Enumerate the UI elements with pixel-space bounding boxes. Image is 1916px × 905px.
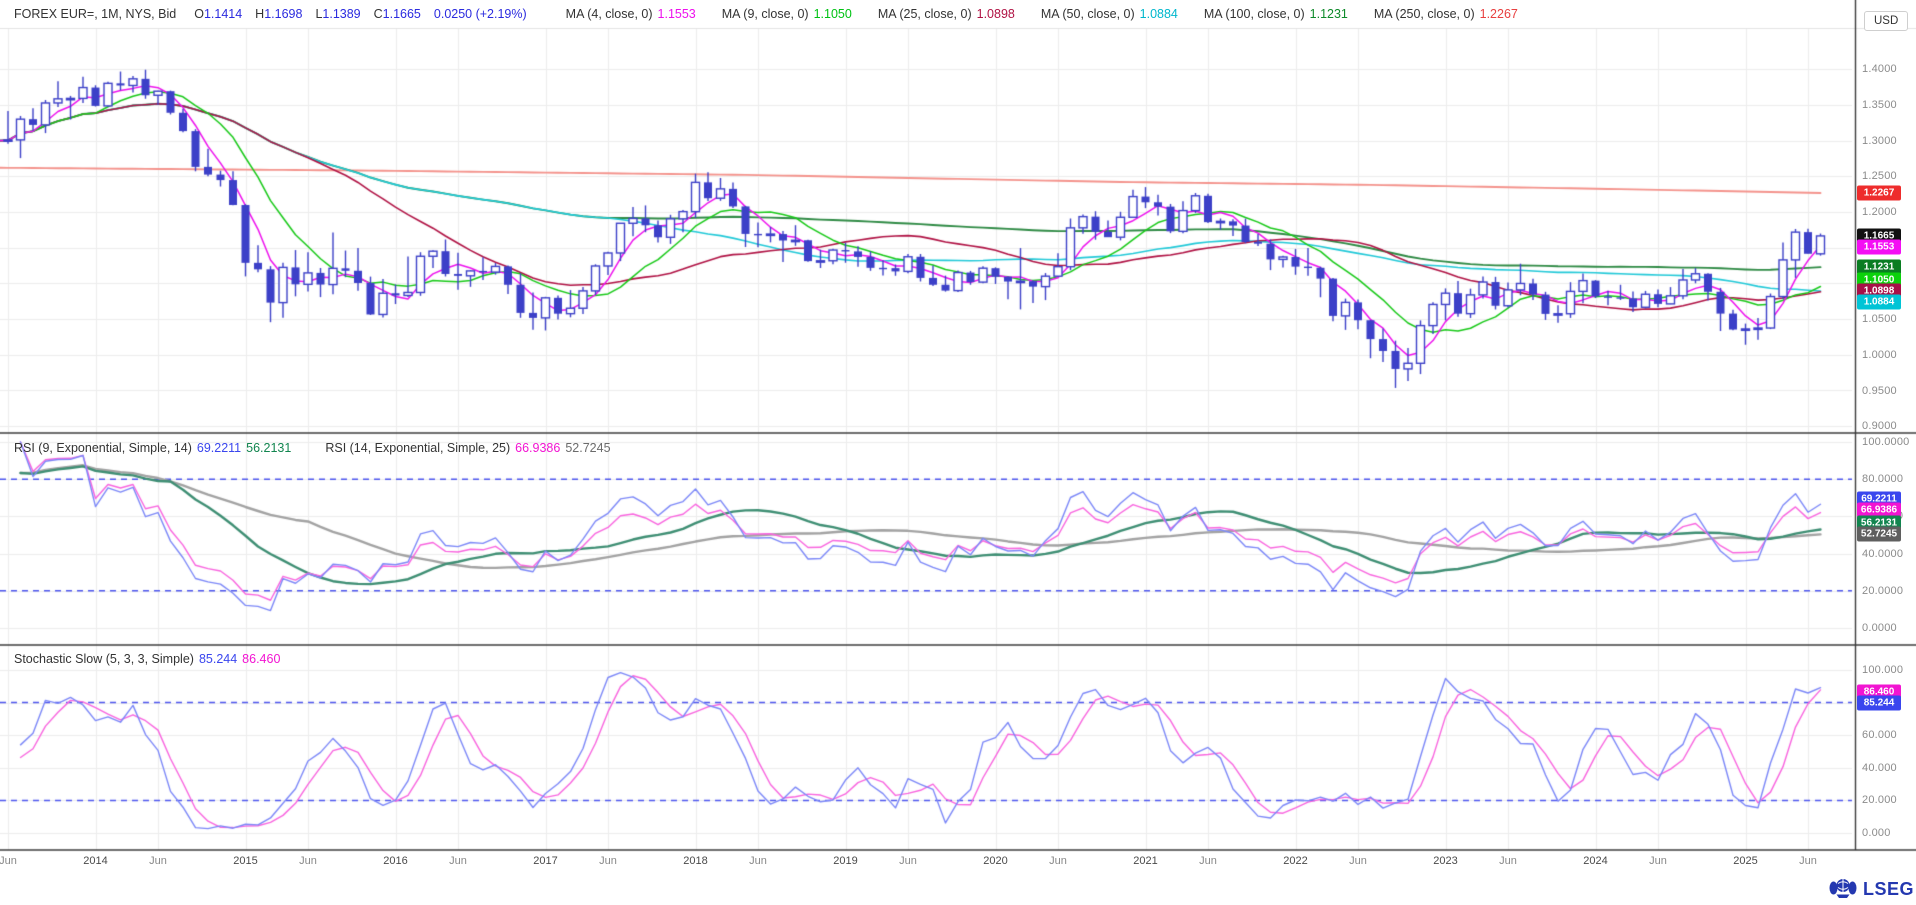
stoch-axis-label: 100.000 bbox=[1862, 664, 1903, 676]
stoch-axis-label: 40.000 bbox=[1862, 762, 1897, 774]
lseg-logo: LSEG bbox=[1828, 875, 1914, 904]
rsi-legend: RSI (9, Exponential, Simple, 14) 69.2211… bbox=[14, 441, 611, 455]
ohlc-field: C1.1665 bbox=[374, 7, 421, 21]
rsi14-title[interactable]: RSI (14, Exponential, Simple, 25) bbox=[325, 441, 510, 455]
time-axis-label: Jun bbox=[0, 855, 17, 867]
rsi-badge: 52.7245 bbox=[1857, 527, 1901, 542]
stochastic-legend: Stochastic Slow (5, 3, 3, Simple) 85.244… bbox=[14, 652, 280, 666]
ma-field[interactable]: MA (100, close, 0)1.1231 bbox=[1204, 7, 1348, 21]
stoch-axis-label: 60.000 bbox=[1862, 729, 1897, 741]
time-axis-label: 2024 bbox=[1583, 855, 1607, 867]
rsi9-value: 69.2211 bbox=[197, 441, 241, 455]
price-badge: 1.2267 bbox=[1857, 185, 1901, 200]
time-axis-label: 2014 bbox=[83, 855, 107, 867]
time-axis-label: Jun bbox=[1349, 855, 1367, 867]
time-axis-label: Jun bbox=[1649, 855, 1667, 867]
ma-field[interactable]: MA (50, close, 0)1.0884 bbox=[1041, 7, 1178, 21]
time-axis-label: Jun bbox=[1049, 855, 1067, 867]
stochastic-title[interactable]: Stochastic Slow (5, 3, 3, Simple) bbox=[14, 652, 194, 666]
rsi9-title[interactable]: RSI (9, Exponential, Simple, 14) bbox=[14, 441, 192, 455]
ohlc-field: 0.0250 (+2.19%) bbox=[434, 7, 527, 21]
time-axis-label: Jun bbox=[1199, 855, 1217, 867]
price-axis-label: 0.9500 bbox=[1862, 385, 1897, 397]
time-axis-label: 2015 bbox=[233, 855, 257, 867]
stoch-badge: 85.244 bbox=[1857, 696, 1901, 711]
price-axis-label: 1.3500 bbox=[1862, 99, 1897, 111]
time-axis-label: 2020 bbox=[983, 855, 1007, 867]
time-axis-label: 2016 bbox=[383, 855, 407, 867]
stoch-axis-label: 20.000 bbox=[1862, 794, 1897, 806]
price-badge: 1.0884 bbox=[1857, 294, 1901, 309]
time-axis-label: Jun bbox=[749, 855, 767, 867]
ohlc-field: H1.1698 bbox=[255, 7, 302, 21]
rsi-axis-label: 40.0000 bbox=[1862, 548, 1903, 560]
time-axis-label: Jun bbox=[899, 855, 917, 867]
chart-legend-bar: FOREX EUR=, 1M, NYS, Bid O1.1414 H1.1698 L… bbox=[14, 7, 1518, 21]
lseg-logo-text: LSEG bbox=[1863, 879, 1914, 900]
time-axis-label: Jun bbox=[1799, 855, 1817, 867]
rsi-axis-label: 80.0000 bbox=[1862, 473, 1903, 485]
stochastic-d-value: 86.460 bbox=[242, 652, 280, 666]
rsi14-ma-value: 52.7245 bbox=[565, 441, 610, 455]
rsi9-ma-value: 56.2131 bbox=[246, 441, 291, 455]
price-axis-label: 1.3000 bbox=[1862, 135, 1897, 147]
time-axis-label: 2017 bbox=[533, 855, 557, 867]
rsi-axis-label: 20.0000 bbox=[1862, 585, 1903, 597]
time-axis-label: 2022 bbox=[1283, 855, 1307, 867]
ohlc-field: O1.1414 bbox=[194, 7, 242, 21]
ohlc-field: L1.1389 bbox=[315, 7, 360, 21]
time-axis-label: 2021 bbox=[1133, 855, 1157, 867]
instrument-title[interactable]: FOREX EUR=, 1M, NYS, Bid bbox=[14, 7, 176, 21]
price-axis-label: 1.2000 bbox=[1862, 206, 1897, 218]
lseg-crest-icon bbox=[1828, 875, 1858, 904]
rsi14-value: 66.9386 bbox=[515, 441, 560, 455]
stochastic-k-value: 85.244 bbox=[199, 652, 237, 666]
time-axis-label: Jun bbox=[1499, 855, 1517, 867]
time-axis-label: Jun bbox=[599, 855, 617, 867]
stoch-axis-label: 0.000 bbox=[1862, 827, 1891, 839]
ma-field[interactable]: MA (4, close, 0)1.1553 bbox=[566, 7, 696, 21]
time-axis-label: 2018 bbox=[683, 855, 707, 867]
ma-field[interactable]: MA (250, close, 0)1.2267 bbox=[1374, 7, 1518, 21]
time-axis-label: Jun bbox=[149, 855, 167, 867]
time-axis-label: 2023 bbox=[1433, 855, 1457, 867]
price-axis-label: 1.0500 bbox=[1862, 313, 1897, 325]
ma-field[interactable]: MA (9, close, 0)1.1050 bbox=[722, 7, 852, 21]
rsi-axis-label: 0.0000 bbox=[1862, 622, 1897, 634]
price-axis-label: 1.0000 bbox=[1862, 349, 1897, 361]
price-axis-label: 0.9000 bbox=[1862, 420, 1897, 432]
rsi-axis-label: 100.0000 bbox=[1862, 436, 1909, 448]
price-badge: 1.1553 bbox=[1857, 239, 1901, 254]
price-axis-label: 1.4000 bbox=[1862, 63, 1897, 75]
time-axis-label: 2019 bbox=[833, 855, 857, 867]
price-axis-label: 1.2500 bbox=[1862, 170, 1897, 182]
ohlc-fields: O1.1414 H1.1698 L1.1389 C1.1665 0.0250 (+2.1… bbox=[194, 7, 539, 21]
time-axis-label: Jun bbox=[449, 855, 467, 867]
currency-button[interactable]: USD bbox=[1864, 11, 1908, 31]
ma-fields: MA (4, close, 0)1.1553 MA (9, close, 0)1.… bbox=[540, 7, 1518, 21]
ma-field[interactable]: MA (25, close, 0)1.0898 bbox=[878, 7, 1015, 21]
time-axis-label: 2025 bbox=[1733, 855, 1757, 867]
time-axis-label: Jun bbox=[299, 855, 317, 867]
